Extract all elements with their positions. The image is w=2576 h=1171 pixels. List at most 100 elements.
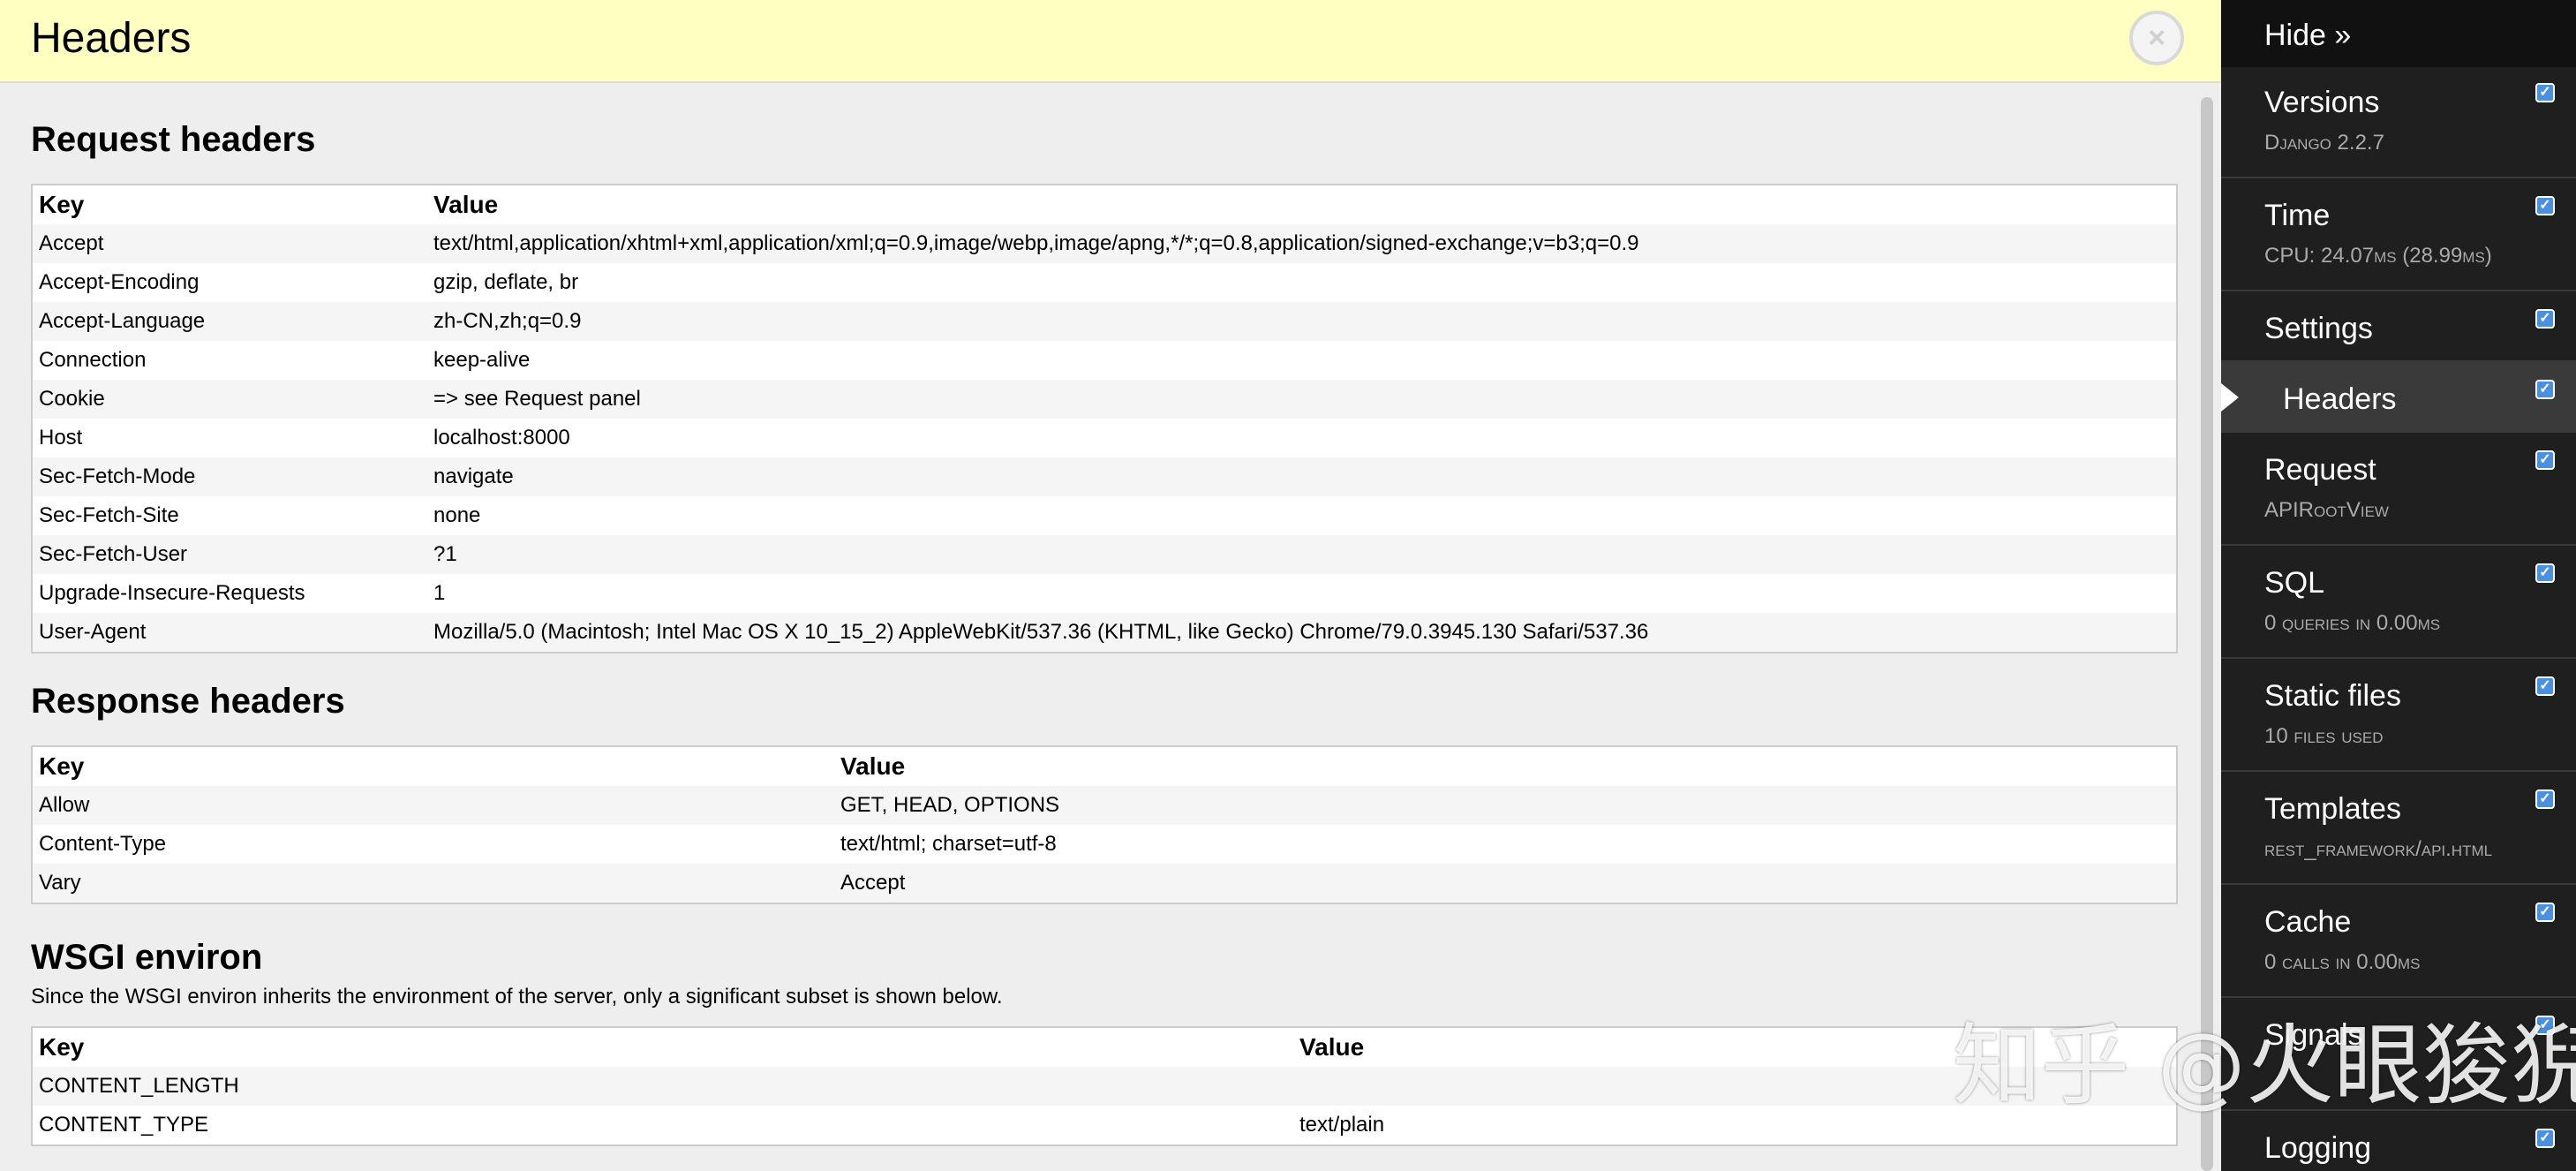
active-panel-arrow-icon xyxy=(2221,383,2239,412)
toolbar-item-title: Settings xyxy=(2264,312,2373,345)
toolbar-item-templates[interactable]: Templates rest_framework/api.html ✓ xyxy=(2221,772,2576,885)
toolbar-item-time[interactable]: Time CPU: 24.07ms (28.99ms) ✓ xyxy=(2221,178,2576,291)
request-headers-heading: Request headers xyxy=(31,120,316,159)
toolbar-item-subtitle: Django 2.2.7 xyxy=(2264,131,2384,155)
table-row: Allow GET, HEAD, OPTIONS xyxy=(32,786,2177,825)
toolbar-item-title: Templates xyxy=(2264,792,2401,826)
debug-toolbar: Hide » Versions Django 2.2.7 ✓ Time CPU: 24.… xyxy=(2221,0,2576,1171)
toolbar-item-checkbox[interactable]: ✓ xyxy=(2535,309,2555,329)
header-key-cell: Sec-Fetch-Site xyxy=(32,496,427,535)
toolbar-item-title: SQL xyxy=(2264,566,2325,600)
header-value-cell: zh-CN,zh;q=0.9 xyxy=(427,302,2177,341)
header-value-cell: text/html,application/xhtml+xml,applicat… xyxy=(427,224,2177,263)
toolbar-item-subtitle: 0 queries in 0.00ms xyxy=(2264,611,2441,635)
wsgi-environ-table: Key Value CONTENT_LENGTH CONTENT_TYPE text… xyxy=(31,1026,2178,1146)
column-header-key: Key xyxy=(32,1027,1293,1067)
header-value-cell: GET, HEAD, OPTIONS xyxy=(834,786,2177,825)
toolbar-item-title: Logging xyxy=(2264,1131,2372,1165)
toolbar-item-checkbox[interactable]: ✓ xyxy=(2535,1129,2555,1148)
watermark: 知乎 @火眼狻猊 xyxy=(1953,1014,2576,1117)
table-row: Sec-Fetch-Mode navigate xyxy=(32,457,2177,496)
header-value-cell: Mozilla/5.0 (Macintosh; Intel Mac OS X 1… xyxy=(427,613,2177,653)
toolbar-item-sql[interactable]: SQL 0 queries in 0.00ms ✓ xyxy=(2221,546,2576,659)
header-key-cell: Accept-Language xyxy=(32,302,427,341)
table-row: Accept-Language zh-CN,zh;q=0.9 xyxy=(32,302,2177,341)
toolbar-item-checkbox[interactable]: ✓ xyxy=(2535,903,2555,922)
header-key-cell: Upgrade-Insecure-Requests xyxy=(32,574,427,613)
toolbar-item-settings[interactable]: Settings ✓ xyxy=(2221,291,2576,362)
header-key-cell: Allow xyxy=(32,786,834,825)
column-header-value: Value xyxy=(834,746,2177,786)
toolbar-item-checkbox[interactable]: ✓ xyxy=(2535,450,2555,470)
wsgi-environ-heading: WSGI environ xyxy=(31,938,263,977)
header-key-cell: Vary xyxy=(32,864,834,903)
toolbar-item-checkbox[interactable]: ✓ xyxy=(2535,196,2555,215)
toolbar-item-checkbox[interactable]: ✓ xyxy=(2535,563,2555,583)
toolbar-item-title: Static files xyxy=(2264,679,2401,713)
response-headers-table: Key Value Allow GET, HEAD, OPTIONS Content… xyxy=(31,745,2178,904)
toolbar-item-checkbox[interactable]: ✓ xyxy=(2535,83,2555,102)
table-row: Vary Accept xyxy=(32,864,2177,903)
toolbar-item-static-files[interactable]: Static files 10 files used ✓ xyxy=(2221,659,2576,772)
request-headers-table: Key Value Accept text/html,application/xh… xyxy=(31,184,2178,653)
toolbar-item-checkbox[interactable]: ✓ xyxy=(2535,676,2555,696)
header-key-cell: User-Agent xyxy=(32,613,427,653)
toolbar-item-subtitle: APIRootView xyxy=(2264,498,2389,522)
column-header-key: Key xyxy=(32,185,427,224)
wsgi-environ-note: Since the WSGI environ inherits the envi… xyxy=(31,985,1003,1009)
header-value-cell: 1 xyxy=(427,574,2177,613)
toolbar-item-versions[interactable]: Versions Django 2.2.7 ✓ xyxy=(2221,65,2576,178)
header-value-cell: => see Request panel xyxy=(427,380,2177,419)
panel-title: Headers xyxy=(31,15,192,62)
header-value-cell: navigate xyxy=(427,457,2177,496)
table-row: Sec-Fetch-User ?1 xyxy=(32,535,2177,574)
toolbar-item-title: Headers xyxy=(2283,382,2397,416)
column-header-value: Value xyxy=(427,185,2177,224)
toolbar-item-logging[interactable]: Logging ✓ xyxy=(2221,1111,2576,1171)
toolbar-item-checkbox[interactable]: ✓ xyxy=(2535,380,2555,399)
header-key-cell: Connection xyxy=(32,341,427,380)
header-value-cell: Accept xyxy=(834,864,2177,903)
header-key-cell: Content-Type xyxy=(32,825,834,864)
response-headers-heading: Response headers xyxy=(31,682,345,721)
toolbar-item-checkbox[interactable]: ✓ xyxy=(2535,789,2555,809)
toolbar-item-subtitle: CPU: 24.07ms (28.99ms) xyxy=(2264,244,2492,268)
header-value-cell: none xyxy=(427,496,2177,535)
toolbar-item-request[interactable]: Request APIRootView ✓ xyxy=(2221,433,2576,546)
toolbar-top: Hide » xyxy=(2221,0,2576,67)
panel-header: Headers × xyxy=(0,0,2221,83)
toolbar-item-title: Time xyxy=(2264,199,2331,232)
toolbar-item-title: Cache xyxy=(2264,905,2352,939)
table-row: Upgrade-Insecure-Requests 1 xyxy=(32,574,2177,613)
header-key-cell: Host xyxy=(32,419,427,457)
close-icon: × xyxy=(2148,21,2165,55)
table-row: Sec-Fetch-Site none xyxy=(32,496,2177,535)
table-row: Host localhost:8000 xyxy=(32,419,2177,457)
toolbar-item-title: Request xyxy=(2264,453,2376,487)
toolbar-item-subtitle: rest_framework/api.html xyxy=(2264,837,2493,861)
table-row: Cookie => see Request panel xyxy=(32,380,2177,419)
toolbar-item-headers[interactable]: Headers ✓ xyxy=(2221,362,2576,433)
header-value-cell: ?1 xyxy=(427,535,2177,574)
header-value-cell: localhost:8000 xyxy=(427,419,2177,457)
header-key-cell: Accept xyxy=(32,224,427,263)
column-header-key: Key xyxy=(32,746,834,786)
toolbar-item-subtitle: 0 calls in 0.00ms xyxy=(2264,950,2421,974)
table-row: Content-Type text/html; charset=utf-8 xyxy=(32,825,2177,864)
table-row: CONTENT_LENGTH xyxy=(32,1067,2177,1106)
header-value-cell: text/html; charset=utf-8 xyxy=(834,825,2177,864)
toolbar-item-subtitle: 10 files used xyxy=(2264,724,2384,748)
table-row: Accept-Encoding gzip, deflate, br xyxy=(32,263,2177,302)
header-key-cell: Accept-Encoding xyxy=(32,263,427,302)
hide-toolbar-link[interactable]: Hide » xyxy=(2264,16,2351,55)
table-row: Accept text/html,application/xhtml+xml,ap… xyxy=(32,224,2177,263)
close-button[interactable]: × xyxy=(2129,11,2184,65)
header-key-cell: CONTENT_LENGTH xyxy=(32,1067,1293,1106)
header-value-cell: keep-alive xyxy=(427,341,2177,380)
header-key-cell: Cookie xyxy=(32,380,427,419)
panel-content: Request headers Key Value Accept text/htm… xyxy=(31,118,2178,1146)
table-row: Connection keep-alive xyxy=(32,341,2177,380)
header-key-cell: CONTENT_TYPE xyxy=(32,1106,1293,1145)
toolbar-item-cache[interactable]: Cache 0 calls in 0.00ms ✓ xyxy=(2221,885,2576,998)
scrollbar-thumb[interactable] xyxy=(2201,97,2213,1171)
